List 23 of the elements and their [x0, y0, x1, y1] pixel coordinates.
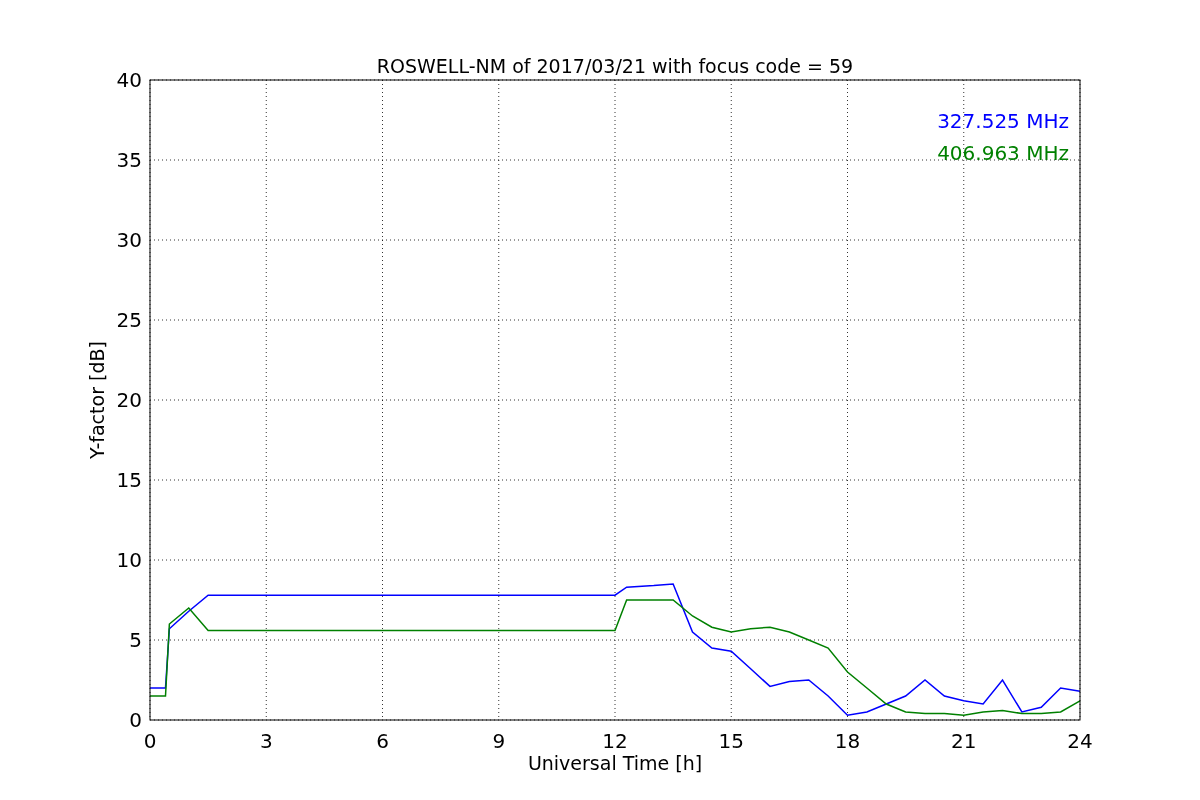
x-tick-label: 0 — [143, 729, 157, 753]
y-tick-label: 20 — [116, 388, 142, 412]
y-tick-label: 15 — [116, 468, 142, 492]
legend-label: 406.963 MHz — [937, 141, 1069, 165]
y-tick-label: 40 — [116, 68, 142, 92]
y-axis-label: Y-factor [dB] — [86, 341, 108, 459]
y-tick-label: 30 — [116, 228, 142, 252]
x-tick-label: 15 — [718, 729, 744, 753]
y-tick-label: 5 — [129, 628, 142, 652]
x-tick-label: 18 — [834, 729, 861, 753]
y-tick-label: 10 — [116, 548, 142, 572]
x-tick-label: 3 — [259, 729, 273, 753]
x-axis-label: Universal Time [h] — [527, 752, 703, 774]
x-tick-label: 12 — [602, 729, 628, 753]
x-tick-label: 24 — [1067, 729, 1093, 753]
legend-label: 327.525 MHz — [937, 109, 1069, 133]
chart-title: ROSWELL-NM of 2017/03/21 with focus code = 59 — [376, 55, 854, 77]
y-tick-label: 0 — [129, 708, 142, 732]
x-tick-label: 9 — [492, 729, 506, 753]
y-tick-label: 25 — [116, 308, 142, 332]
x-tick-label: 6 — [376, 729, 389, 753]
x-tick-label: 21 — [951, 729, 977, 753]
y-tick-label: 35 — [116, 148, 142, 172]
